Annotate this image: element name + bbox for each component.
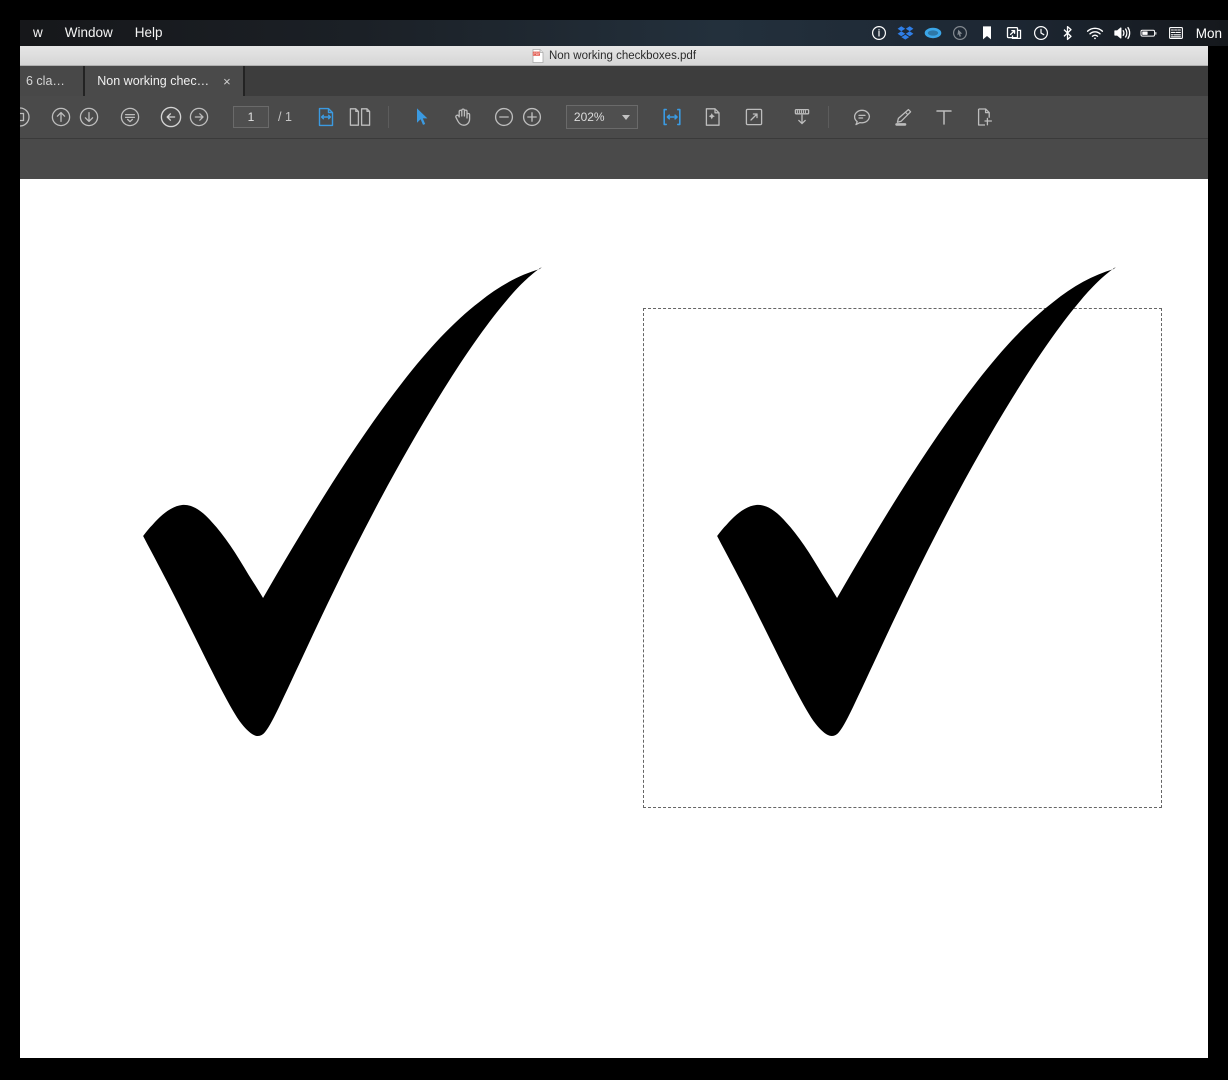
battery-icon[interactable]	[1140, 24, 1158, 42]
single-page-view-icon[interactable]	[312, 103, 340, 131]
zoom-level-dropdown[interactable]: 202%	[565, 105, 638, 129]
window-titlebar[interactable]: PDF Non working checkboxes.pdf	[20, 46, 1208, 66]
checkmark-right[interactable]	[712, 264, 1122, 739]
menubar-status-items: Mon	[870, 20, 1228, 46]
close-icon[interactable]: ×	[223, 75, 231, 88]
text-tool-icon[interactable]	[930, 103, 958, 131]
svg-text:PDF: PDF	[533, 52, 540, 56]
pdf-page[interactable]	[20, 179, 1208, 1058]
menu-view-truncated[interactable]: w	[22, 20, 54, 46]
page-up-icon[interactable]	[47, 103, 75, 131]
page-number-input[interactable]: 1	[233, 106, 269, 128]
tab-label: Non working chec…	[97, 74, 210, 88]
chevron-down-icon	[621, 114, 630, 120]
screen: w Window Help Mon PDF Non working checkb…	[0, 0, 1228, 1080]
viewer-toolbar: 1 / 1 202%	[20, 96, 1208, 139]
toolbar-separator	[387, 106, 389, 128]
page-total-label: / 1	[278, 110, 292, 124]
cursor-circle-icon[interactable]	[951, 24, 969, 42]
zoom-out-icon[interactable]	[490, 103, 518, 131]
pdf-file-icon: PDF	[532, 48, 544, 63]
comment-icon[interactable]	[848, 103, 876, 131]
bookmark-icon[interactable]	[978, 24, 996, 42]
input-source-icon[interactable]	[1167, 24, 1185, 42]
volume-icon[interactable]	[1113, 24, 1131, 42]
zoom-in-icon[interactable]	[518, 103, 546, 131]
download-icon[interactable]	[788, 103, 816, 131]
time-machine-icon[interactable]	[1032, 24, 1050, 42]
dropbox-icon[interactable]	[897, 24, 915, 42]
two-page-view-icon[interactable]	[346, 103, 374, 131]
forward-icon[interactable]	[185, 103, 213, 131]
fullscreen-icon[interactable]	[740, 103, 768, 131]
tab-bar: 6 cla… Non working chec… ×	[20, 66, 1208, 96]
tab-non-working-checkboxes[interactable]: Non working chec… ×	[84, 66, 244, 96]
page-down-icon[interactable]	[75, 103, 103, 131]
menubar-menus: w Window Help	[20, 20, 174, 46]
macos-menubar: w Window Help Mon	[20, 20, 1228, 46]
checkmark-left[interactable]	[138, 264, 548, 739]
bluetooth-icon[interactable]	[1059, 24, 1077, 42]
menu-help[interactable]: Help	[124, 20, 174, 46]
fit-width-icon[interactable]	[658, 103, 686, 131]
fit-page-circle-icon[interactable]	[116, 103, 144, 131]
info-circle-icon[interactable]	[870, 24, 888, 42]
pdf-viewer-window: PDF Non working checkboxes.pdf 6 cla… No…	[20, 46, 1208, 1058]
tab-label: 6 cla…	[26, 74, 65, 88]
crop-page-icon[interactable]	[971, 103, 999, 131]
creative-cloud-icon[interactable]	[924, 24, 942, 42]
sidebar-toggle-icon[interactable]	[20, 103, 34, 131]
toolbar-separator-2	[827, 106, 829, 128]
screen-share-icon[interactable]	[1005, 24, 1023, 42]
viewer-background	[20, 139, 1208, 179]
window-title: Non working checkboxes.pdf	[548, 49, 697, 62]
menubar-clock[interactable]: Mon	[1194, 26, 1224, 41]
fit-visible-icon[interactable]	[699, 103, 727, 131]
highlighter-icon[interactable]	[889, 103, 917, 131]
menu-window[interactable]: Window	[54, 20, 124, 46]
back-icon[interactable]	[157, 103, 185, 131]
hand-tool-icon[interactable]	[449, 103, 477, 131]
wifi-icon[interactable]	[1086, 24, 1104, 42]
tab-6-classes[interactable]: 6 cla…	[20, 66, 84, 96]
select-tool-icon[interactable]	[408, 103, 436, 131]
tab-bar-empty-area	[244, 66, 1208, 96]
zoom-level-value: 202%	[573, 110, 605, 124]
